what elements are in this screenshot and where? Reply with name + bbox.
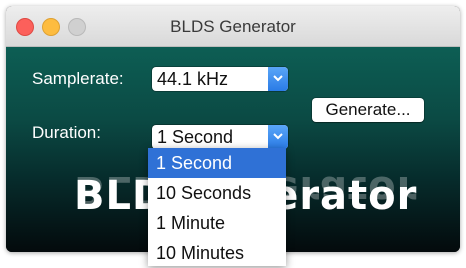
title-bar[interactable]: BLDS Generator [6,6,460,47]
menu-item-10-seconds[interactable]: 10 Seconds [148,178,286,208]
generate-button[interactable]: Generate... [312,98,424,122]
duration-dropdown-menu: 1 Second 10 Seconds 1 Minute 10 Minutes [148,148,286,266]
menu-item-1-second[interactable]: 1 Second [148,148,286,178]
samplerate-popup[interactable]: 44.1 kHz [152,67,288,91]
chevron-down-icon [268,67,288,91]
menu-item-10-minutes[interactable]: 10 Minutes [148,238,286,268]
window-title: BLDS Generator [170,17,296,36]
logo-reflection-right: erator [271,167,418,213]
duration-value: 1 Second [157,127,234,147]
samplerate-label: Samplerate: [32,69,124,88]
chevron-down-icon [268,125,288,149]
duration-popup[interactable]: 1 Second [152,125,288,149]
menu-item-1-minute[interactable]: 1 Minute [148,208,286,238]
duration-label: Duration: [32,123,101,142]
samplerate-value: 44.1 kHz [157,69,229,89]
